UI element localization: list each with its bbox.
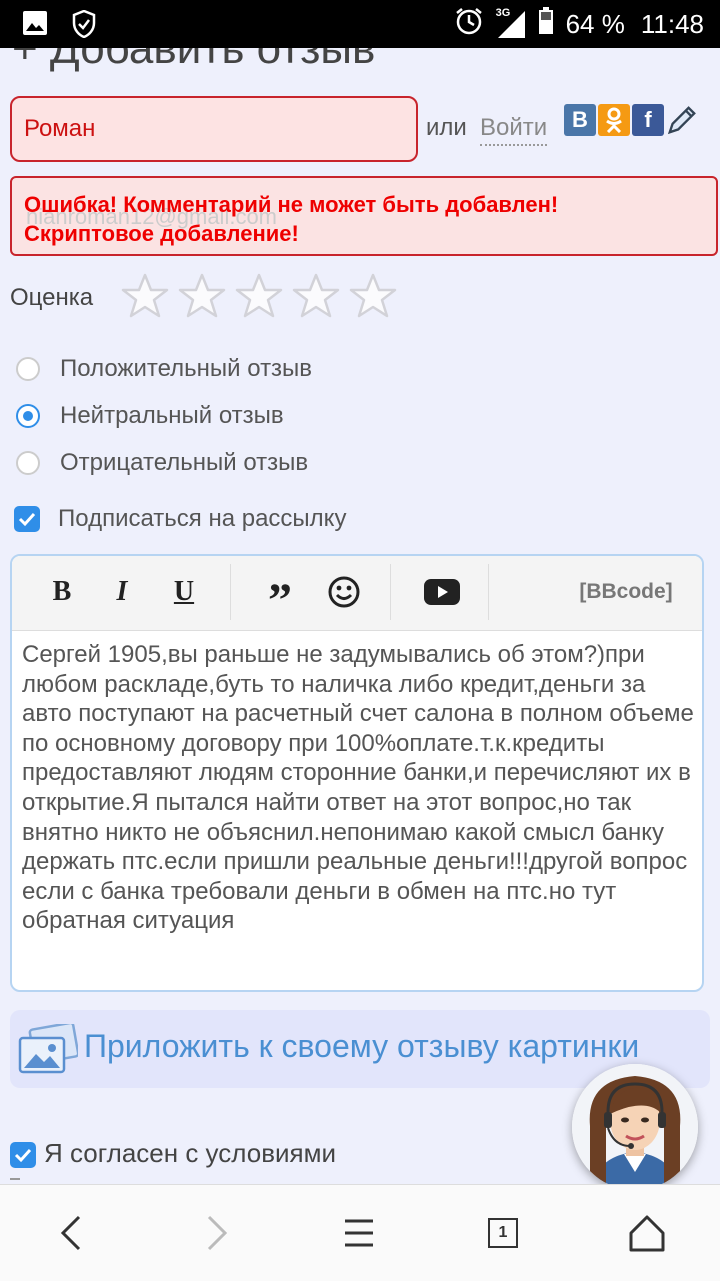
battery-icon bbox=[538, 6, 554, 42]
tabs-button[interactable]: 1 bbox=[478, 1211, 528, 1255]
clock: 11:48 bbox=[640, 8, 704, 39]
name-input[interactable]: Роман bbox=[10, 96, 418, 162]
vk-icon[interactable]: В bbox=[564, 104, 596, 136]
radio-positive[interactable]: Положительный отзыв bbox=[16, 352, 312, 386]
status-bar: 3G 64 % 11:48 bbox=[0, 0, 720, 48]
error-message: nianroman12@gmail.com Ошибка! Комментари… bbox=[10, 176, 718, 256]
bold-button[interactable]: B bbox=[42, 570, 82, 614]
radio-neutral[interactable]: Нейтральный отзыв bbox=[16, 399, 284, 433]
page-title: + Добавить отзыв bbox=[12, 48, 376, 73]
radio-button[interactable] bbox=[16, 404, 40, 428]
attach-images-label: Приложить к своему отзыву картинки bbox=[84, 1028, 640, 1064]
tab-count: 1 bbox=[488, 1218, 518, 1248]
agree-checkbox[interactable] bbox=[10, 1142, 36, 1168]
review-textarea[interactable]: Сергей 1905,вы раньше не задумывались об… bbox=[22, 640, 696, 936]
star-icon[interactable] bbox=[177, 272, 227, 320]
battery-percent: 64 % bbox=[565, 8, 625, 39]
radio-label-negative: Отрицательный отзыв bbox=[60, 449, 309, 476]
signal-icon: 3G bbox=[495, 7, 526, 39]
radio-button[interactable] bbox=[16, 357, 40, 381]
rating-label: Оценка bbox=[10, 284, 94, 311]
browser-navbar: 1 bbox=[0, 1184, 720, 1281]
social-login-group: В f bbox=[564, 104, 698, 136]
page-content: + Добавить отзыв Роман или Войти В f nia… bbox=[0, 48, 720, 1184]
radio-negative[interactable]: Отрицательный отзыв bbox=[16, 446, 308, 480]
subscribe-checkbox-row[interactable]: Подписаться на рассылку bbox=[14, 502, 346, 536]
image-upload-icon bbox=[18, 1021, 80, 1081]
forward-icon[interactable] bbox=[192, 1211, 242, 1255]
review-editor: B I U ” [BBcode] Сергей 1905,вы раньше н… bbox=[10, 554, 704, 992]
video-icon[interactable] bbox=[420, 570, 464, 614]
home-icon[interactable] bbox=[622, 1211, 672, 1255]
star-icon[interactable] bbox=[348, 272, 398, 320]
back-icon[interactable] bbox=[46, 1211, 96, 1255]
star-icon[interactable] bbox=[234, 272, 284, 320]
editor-toolbar: B I U ” [BBcode] bbox=[12, 556, 702, 631]
star-icon[interactable] bbox=[291, 272, 341, 320]
star-icon[interactable] bbox=[120, 272, 170, 320]
error-line-2: Скриптовое добавление! bbox=[24, 221, 299, 246]
login-link[interactable]: Войти bbox=[480, 114, 548, 146]
name-input-value: Роман bbox=[24, 115, 96, 142]
subscribe-label: Подписаться на рассылку bbox=[58, 505, 347, 532]
quote-button[interactable]: ” bbox=[260, 570, 300, 627]
odnoklassniki-icon[interactable] bbox=[598, 104, 630, 136]
network-type: 3G bbox=[495, 7, 511, 19]
menu-icon[interactable] bbox=[334, 1211, 384, 1255]
radio-label-positive: Положительный отзыв bbox=[60, 355, 313, 382]
radio-button[interactable] bbox=[16, 451, 40, 475]
subscribe-checkbox[interactable] bbox=[14, 506, 40, 532]
alarm-icon bbox=[454, 6, 484, 43]
rating-stars[interactable] bbox=[120, 272, 398, 320]
error-line-1: Ошибка! Комментарий не может быть добавл… bbox=[24, 192, 559, 217]
support-chat-avatar[interactable] bbox=[572, 1064, 698, 1184]
bbcode-button[interactable]: [BBcode] bbox=[568, 570, 684, 614]
smiley-icon[interactable] bbox=[322, 570, 366, 614]
gallery-icon bbox=[22, 10, 48, 43]
pencil-icon[interactable] bbox=[666, 104, 698, 136]
shield-check-icon bbox=[72, 9, 96, 43]
underline-button[interactable]: U bbox=[164, 570, 204, 614]
facebook-icon[interactable]: f bbox=[632, 104, 664, 136]
agree-label: Я согласен с условиями bbox=[44, 1138, 337, 1168]
or-label: или bbox=[426, 114, 467, 141]
radio-label-neutral: Нейтральный отзыв bbox=[60, 402, 284, 429]
italic-button[interactable]: I bbox=[102, 570, 142, 614]
